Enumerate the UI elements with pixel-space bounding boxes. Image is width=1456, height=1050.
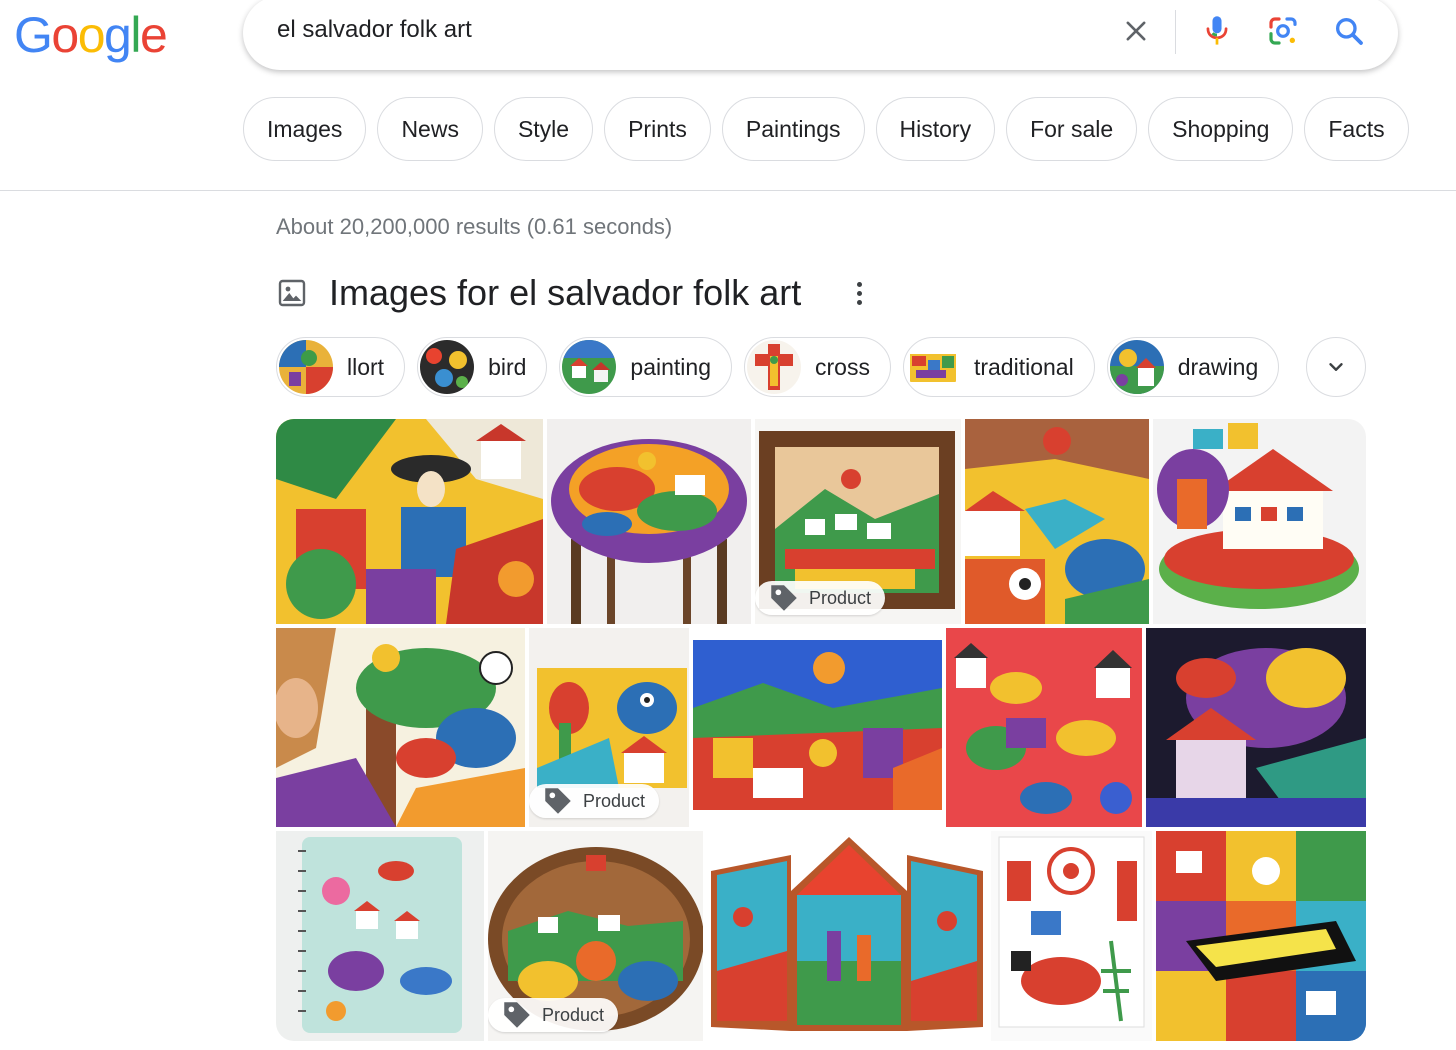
chip-thumbnail [747,340,801,394]
lens-camera-icon[interactable] [1266,14,1300,48]
image-result[interactable] [276,628,525,827]
product-badge: Product [755,581,886,615]
images-section-title[interactable]: Images for el salvador folk art [329,272,801,314]
filter-news[interactable]: News [377,97,483,161]
image-result[interactable] [991,831,1152,1041]
chip-thumbnail [1109,340,1164,394]
image-result[interactable]: Product [488,831,703,1041]
chip-label: painting [630,353,711,380]
chip-bird[interactable]: bird [417,337,548,397]
chip-thumbnail [420,340,475,394]
more-options-icon[interactable] [849,273,869,313]
search-input[interactable]: el salvador folk art [277,16,472,44]
filter-for-sale[interactable]: For sale [1006,97,1138,161]
logo-letter: g [104,7,132,63]
logo-letter: e [139,7,168,63]
tag-icon [771,585,797,611]
filter-shopping[interactable]: Shopping [1148,97,1294,161]
chip-label: cross [815,353,870,380]
logo-letter: G [14,7,53,63]
filter-bar: Images News Style Prints Paintings Histo… [243,97,1409,161]
microphone-icon[interactable] [1200,14,1234,48]
tag-icon [504,1002,530,1028]
chip-drawing[interactable]: drawing [1106,337,1280,397]
image-results-grid: Product Product Product [276,419,1366,1041]
chip-thumbnail [562,340,617,394]
filter-history[interactable]: History [875,97,996,161]
product-badge: Product [488,998,619,1032]
filter-paintings[interactable]: Paintings [721,97,865,161]
google-logo[interactable]: Google [14,6,168,64]
product-label: Product [583,790,646,811]
images-section-header: Images for el salvador folk art [276,272,869,314]
chip-thumbnail [905,340,960,394]
search-icon[interactable] [1332,14,1366,48]
filter-facts[interactable]: Facts [1304,97,1409,161]
tag-icon [545,788,571,814]
product-label: Product [542,1004,605,1025]
chip-llort[interactable]: llort [276,337,406,397]
image-result[interactable] [965,419,1149,624]
header-divider [0,190,1456,191]
chip-label: bird [488,353,527,380]
filter-style[interactable]: Style [493,97,594,161]
chip-traditional[interactable]: traditional [902,337,1095,397]
image-result[interactable] [1153,419,1366,624]
logo-letter: l [130,7,141,63]
filter-prints[interactable]: Prints [604,97,711,161]
chip-painting[interactable]: painting [559,337,732,397]
image-result[interactable]: Product [755,419,961,624]
chip-label: llort [347,353,385,380]
image-result[interactable] [693,628,942,827]
product-label: Product [809,587,872,608]
image-icon [278,279,306,307]
logo-letter: o [77,7,106,63]
image-refinement-chips: llort bird painting cross traditional dr… [276,337,1280,397]
chip-label: drawing [1177,353,1259,380]
image-result[interactable] [1156,831,1366,1041]
filter-images[interactable]: Images [243,97,367,161]
search-divider [1175,10,1176,54]
logo-letter: o [51,7,79,63]
chip-thumbnail [279,340,333,394]
image-result[interactable] [1146,628,1366,827]
clear-icon[interactable] [1119,14,1153,48]
result-stats: About 20,200,000 results (0.61 seconds) [276,214,673,239]
chevron-down-icon [1329,363,1343,371]
image-result[interactable] [547,419,751,624]
expand-chips-button[interactable] [1306,337,1366,397]
product-badge: Product [529,784,660,818]
chip-cross[interactable]: cross [744,337,891,397]
image-result[interactable] [276,419,543,624]
image-result[interactable] [276,831,484,1041]
image-result[interactable] [707,831,987,1041]
image-result[interactable]: Product [529,628,689,827]
chip-label: traditional [973,353,1074,380]
search-box[interactable]: el salvador folk art [243,0,1398,70]
image-result[interactable] [946,628,1142,827]
